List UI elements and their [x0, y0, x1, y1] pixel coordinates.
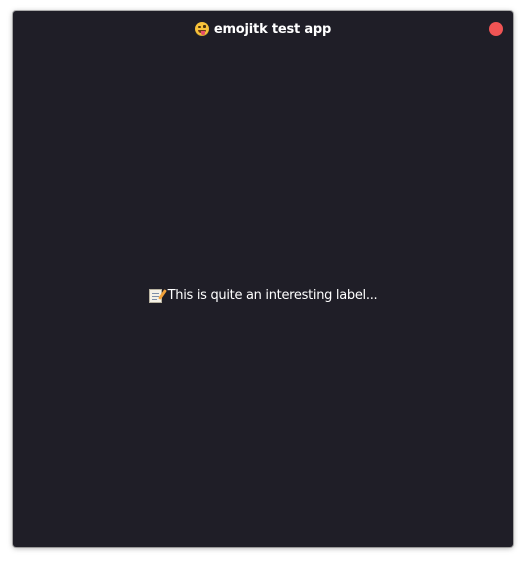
close-button[interactable] [489, 22, 503, 36]
title-bar[interactable]: emojitk test app [13, 11, 513, 47]
main-label: This is quite an interesting label... [167, 288, 378, 303]
main-label-group: This is quite an interesting label... [13, 288, 513, 303]
window-content: This is quite an interesting label... [13, 47, 513, 547]
window-title: emojitk test app [213, 21, 332, 37]
app-window: emojitk test app This is quite an intere… [13, 11, 513, 547]
memo-icon [148, 288, 167, 303]
face-with-tongue-icon [194, 22, 209, 36]
title-group: emojitk test app [194, 21, 332, 37]
